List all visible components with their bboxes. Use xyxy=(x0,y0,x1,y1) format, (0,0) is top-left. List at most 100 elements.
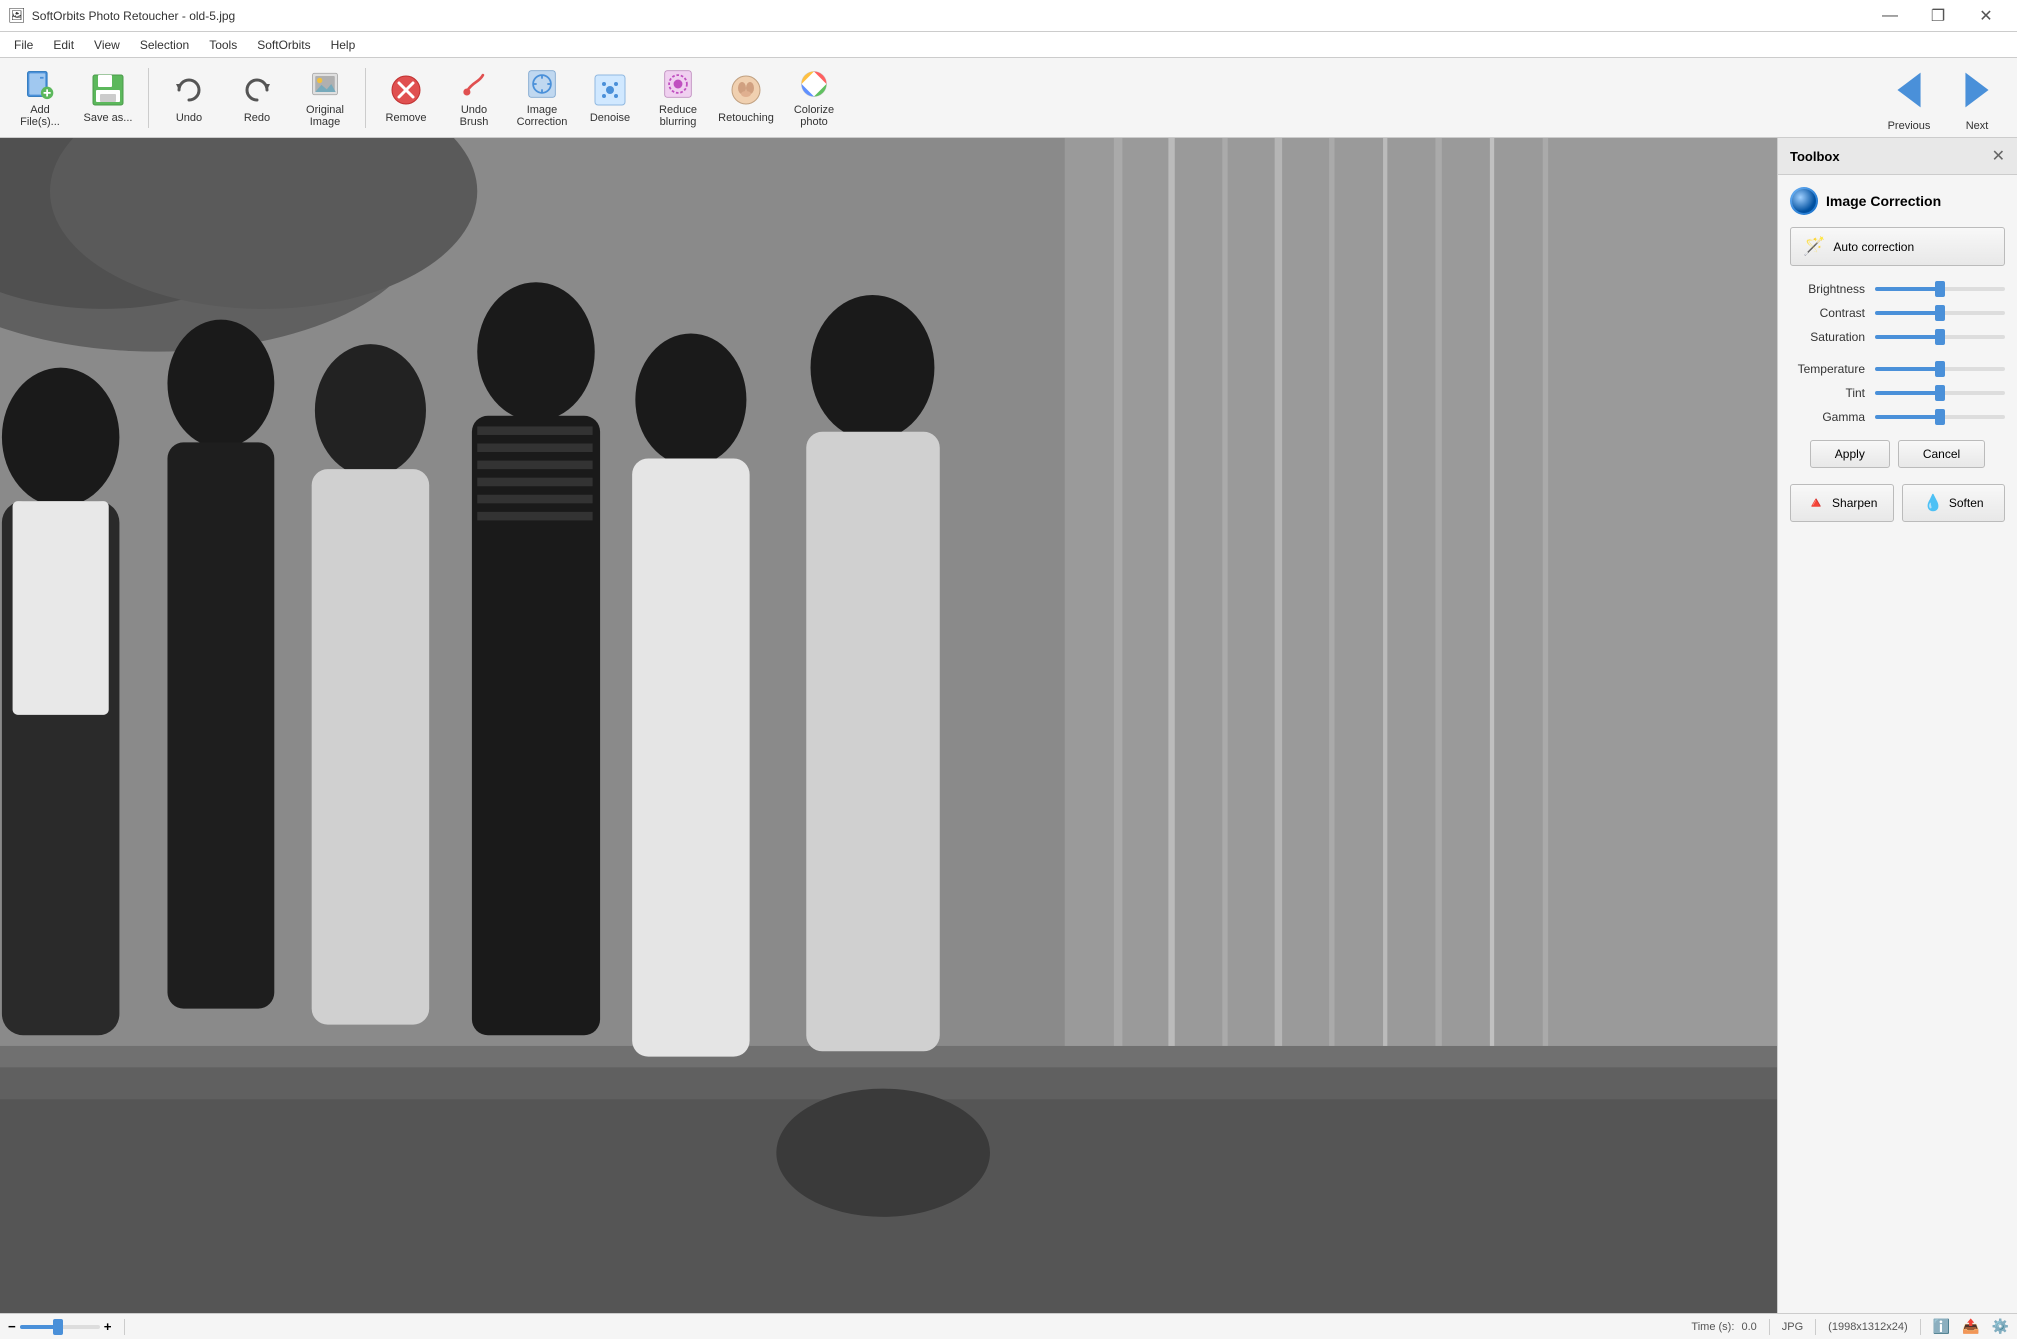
toolbox-content: Image Correction 🪄 Auto correction Brigh… xyxy=(1778,175,2017,1313)
undo-brush-icon xyxy=(456,68,492,100)
toolbox-close-button[interactable]: ✕ xyxy=(1992,146,2005,166)
title-bar-controls: — ❐ ✕ xyxy=(1867,0,2009,32)
share-icon-button[interactable]: 📤 xyxy=(1962,1318,1979,1335)
tint-slider[interactable] xyxy=(1875,391,2005,395)
reduce-blurring-button[interactable]: Reduce blurring xyxy=(646,63,710,133)
brightness-label: Brightness xyxy=(1790,282,1875,296)
apply-cancel-row: Apply Cancel xyxy=(1790,440,2005,468)
remove-icon xyxy=(388,72,424,108)
auto-correction-label: Auto correction xyxy=(1833,240,1914,254)
status-separator-1 xyxy=(124,1319,125,1335)
status-right: Time (s): 0.0 JPG (1998x1312x24) ℹ️ 📤 ⚙️ xyxy=(1691,1318,2009,1335)
next-label: Next xyxy=(1966,120,1989,132)
undo-brush-button[interactable]: Undo Brush xyxy=(442,63,506,133)
original-image-button[interactable]: Original Image xyxy=(293,63,357,133)
maximize-button[interactable]: ❐ xyxy=(1915,0,1961,32)
sharpen-button[interactable]: 🔺 Sharpen xyxy=(1790,484,1894,522)
colorize-photo-label: Colorize photo xyxy=(787,104,841,128)
minimize-button[interactable]: — xyxy=(1867,0,1913,32)
menu-edit[interactable]: Edit xyxy=(43,34,84,56)
save-icon xyxy=(90,72,126,108)
temperature-label: Temperature xyxy=(1790,362,1875,376)
gamma-slider[interactable] xyxy=(1875,415,2005,419)
save-as-button[interactable]: Save as... xyxy=(76,63,140,133)
toolbar: Add File(s)... Save as... Undo Redo xyxy=(0,58,2017,138)
undo-button[interactable]: Undo xyxy=(157,63,221,133)
previous-icon xyxy=(1883,64,1935,116)
apply-button[interactable]: Apply xyxy=(1810,440,1890,468)
auto-correction-button[interactable]: 🪄 Auto correction xyxy=(1790,227,2005,266)
redo-button[interactable]: Redo xyxy=(225,63,289,133)
saturation-row: Saturation xyxy=(1790,330,2005,344)
saturation-slider[interactable] xyxy=(1875,335,2005,339)
status-separator-4 xyxy=(1920,1319,1921,1335)
colorize-photo-button[interactable]: Colorize photo xyxy=(782,63,846,133)
add-file-icon xyxy=(22,68,58,100)
sharpen-label: Sharpen xyxy=(1832,496,1877,510)
previous-label: Previous xyxy=(1888,120,1931,132)
retouching-button[interactable]: Retouching xyxy=(714,63,778,133)
next-button[interactable]: Next xyxy=(1945,63,2009,133)
menu-view[interactable]: View xyxy=(84,34,130,56)
app-icon: 🖼 xyxy=(8,7,26,24)
previous-button[interactable]: Previous xyxy=(1877,63,1941,133)
file-format: JPG xyxy=(1782,1321,1803,1333)
photo-scene xyxy=(0,138,1777,1313)
original-image-label: Original Image xyxy=(298,104,352,128)
zoom-in-button[interactable]: + xyxy=(104,1319,112,1334)
image-correction-icon xyxy=(524,68,560,100)
colorize-icon xyxy=(796,68,832,100)
title-bar: 🖼 SoftOrbits Photo Retoucher - old-5.jpg… xyxy=(0,0,2017,32)
remove-button[interactable]: Remove xyxy=(374,63,438,133)
remove-label: Remove xyxy=(386,112,427,124)
menu-selection[interactable]: Selection xyxy=(130,34,199,56)
correction-sphere-icon xyxy=(1790,187,1818,215)
canvas-area[interactable] xyxy=(0,138,1777,1313)
photo-image xyxy=(0,138,1777,1313)
info-icon-button[interactable]: ℹ️ xyxy=(1933,1318,1950,1335)
time-value: 0.0 xyxy=(1741,1321,1756,1333)
original-icon xyxy=(307,68,343,100)
toolbar-nav: Previous Next xyxy=(1877,63,2009,133)
menu-file[interactable]: File xyxy=(4,34,43,56)
menu-softorbits[interactable]: SoftOrbits xyxy=(247,34,320,56)
contrast-label: Contrast xyxy=(1790,306,1875,320)
toolbar-separator-1 xyxy=(148,68,149,128)
correction-section-header: Image Correction xyxy=(1790,187,2005,215)
status-separator-3 xyxy=(1815,1319,1816,1335)
soften-icon: 💧 xyxy=(1923,493,1943,513)
zoom-slider[interactable] xyxy=(20,1325,100,1329)
zoom-out-button[interactable]: − xyxy=(8,1319,16,1334)
main-area: Toolbox ✕ Image Co xyxy=(0,138,2017,1313)
denoise-button[interactable]: Denoise xyxy=(578,63,642,133)
brightness-slider[interactable] xyxy=(1875,287,2005,291)
tint-row: Tint xyxy=(1790,386,2005,400)
gamma-row: Gamma xyxy=(1790,410,2005,424)
reduce-blurring-label: Reduce blurring xyxy=(651,104,705,128)
toolbox-panel: Toolbox ✕ Image Co xyxy=(1777,138,2017,1313)
status-zoom: − + xyxy=(8,1319,112,1334)
saturation-label: Saturation xyxy=(1790,330,1875,344)
add-files-button[interactable]: Add File(s)... xyxy=(8,63,72,133)
close-button[interactable]: ✕ xyxy=(1963,0,2009,32)
add-files-label: Add File(s)... xyxy=(13,104,67,128)
cancel-button[interactable]: Cancel xyxy=(1898,440,1985,468)
sharpen-soften-row: 🔺 Sharpen 💧 Soften xyxy=(1790,484,2005,522)
correction-section-title: Image Correction xyxy=(1826,193,1941,209)
toolbox-title: Toolbox xyxy=(1790,149,1840,164)
undo-icon xyxy=(171,72,207,108)
settings-icon-button[interactable]: ⚙️ xyxy=(1992,1318,2009,1335)
temperature-slider[interactable] xyxy=(1875,367,2005,371)
wand-icon: 🪄 xyxy=(1803,236,1825,257)
contrast-slider[interactable] xyxy=(1875,311,2005,315)
redo-label: Redo xyxy=(244,112,270,124)
sharpen-icon: 🔺 xyxy=(1806,493,1826,513)
toolbar-separator-2 xyxy=(365,68,366,128)
soften-button[interactable]: 💧 Soften xyxy=(1902,484,2006,522)
image-correction-button[interactable]: Image Correction xyxy=(510,63,574,133)
reduce-blurring-icon xyxy=(660,68,696,100)
menu-help[interactable]: Help xyxy=(321,34,366,56)
redo-icon xyxy=(239,72,275,108)
denoise-icon xyxy=(592,72,628,108)
menu-tools[interactable]: Tools xyxy=(199,34,247,56)
